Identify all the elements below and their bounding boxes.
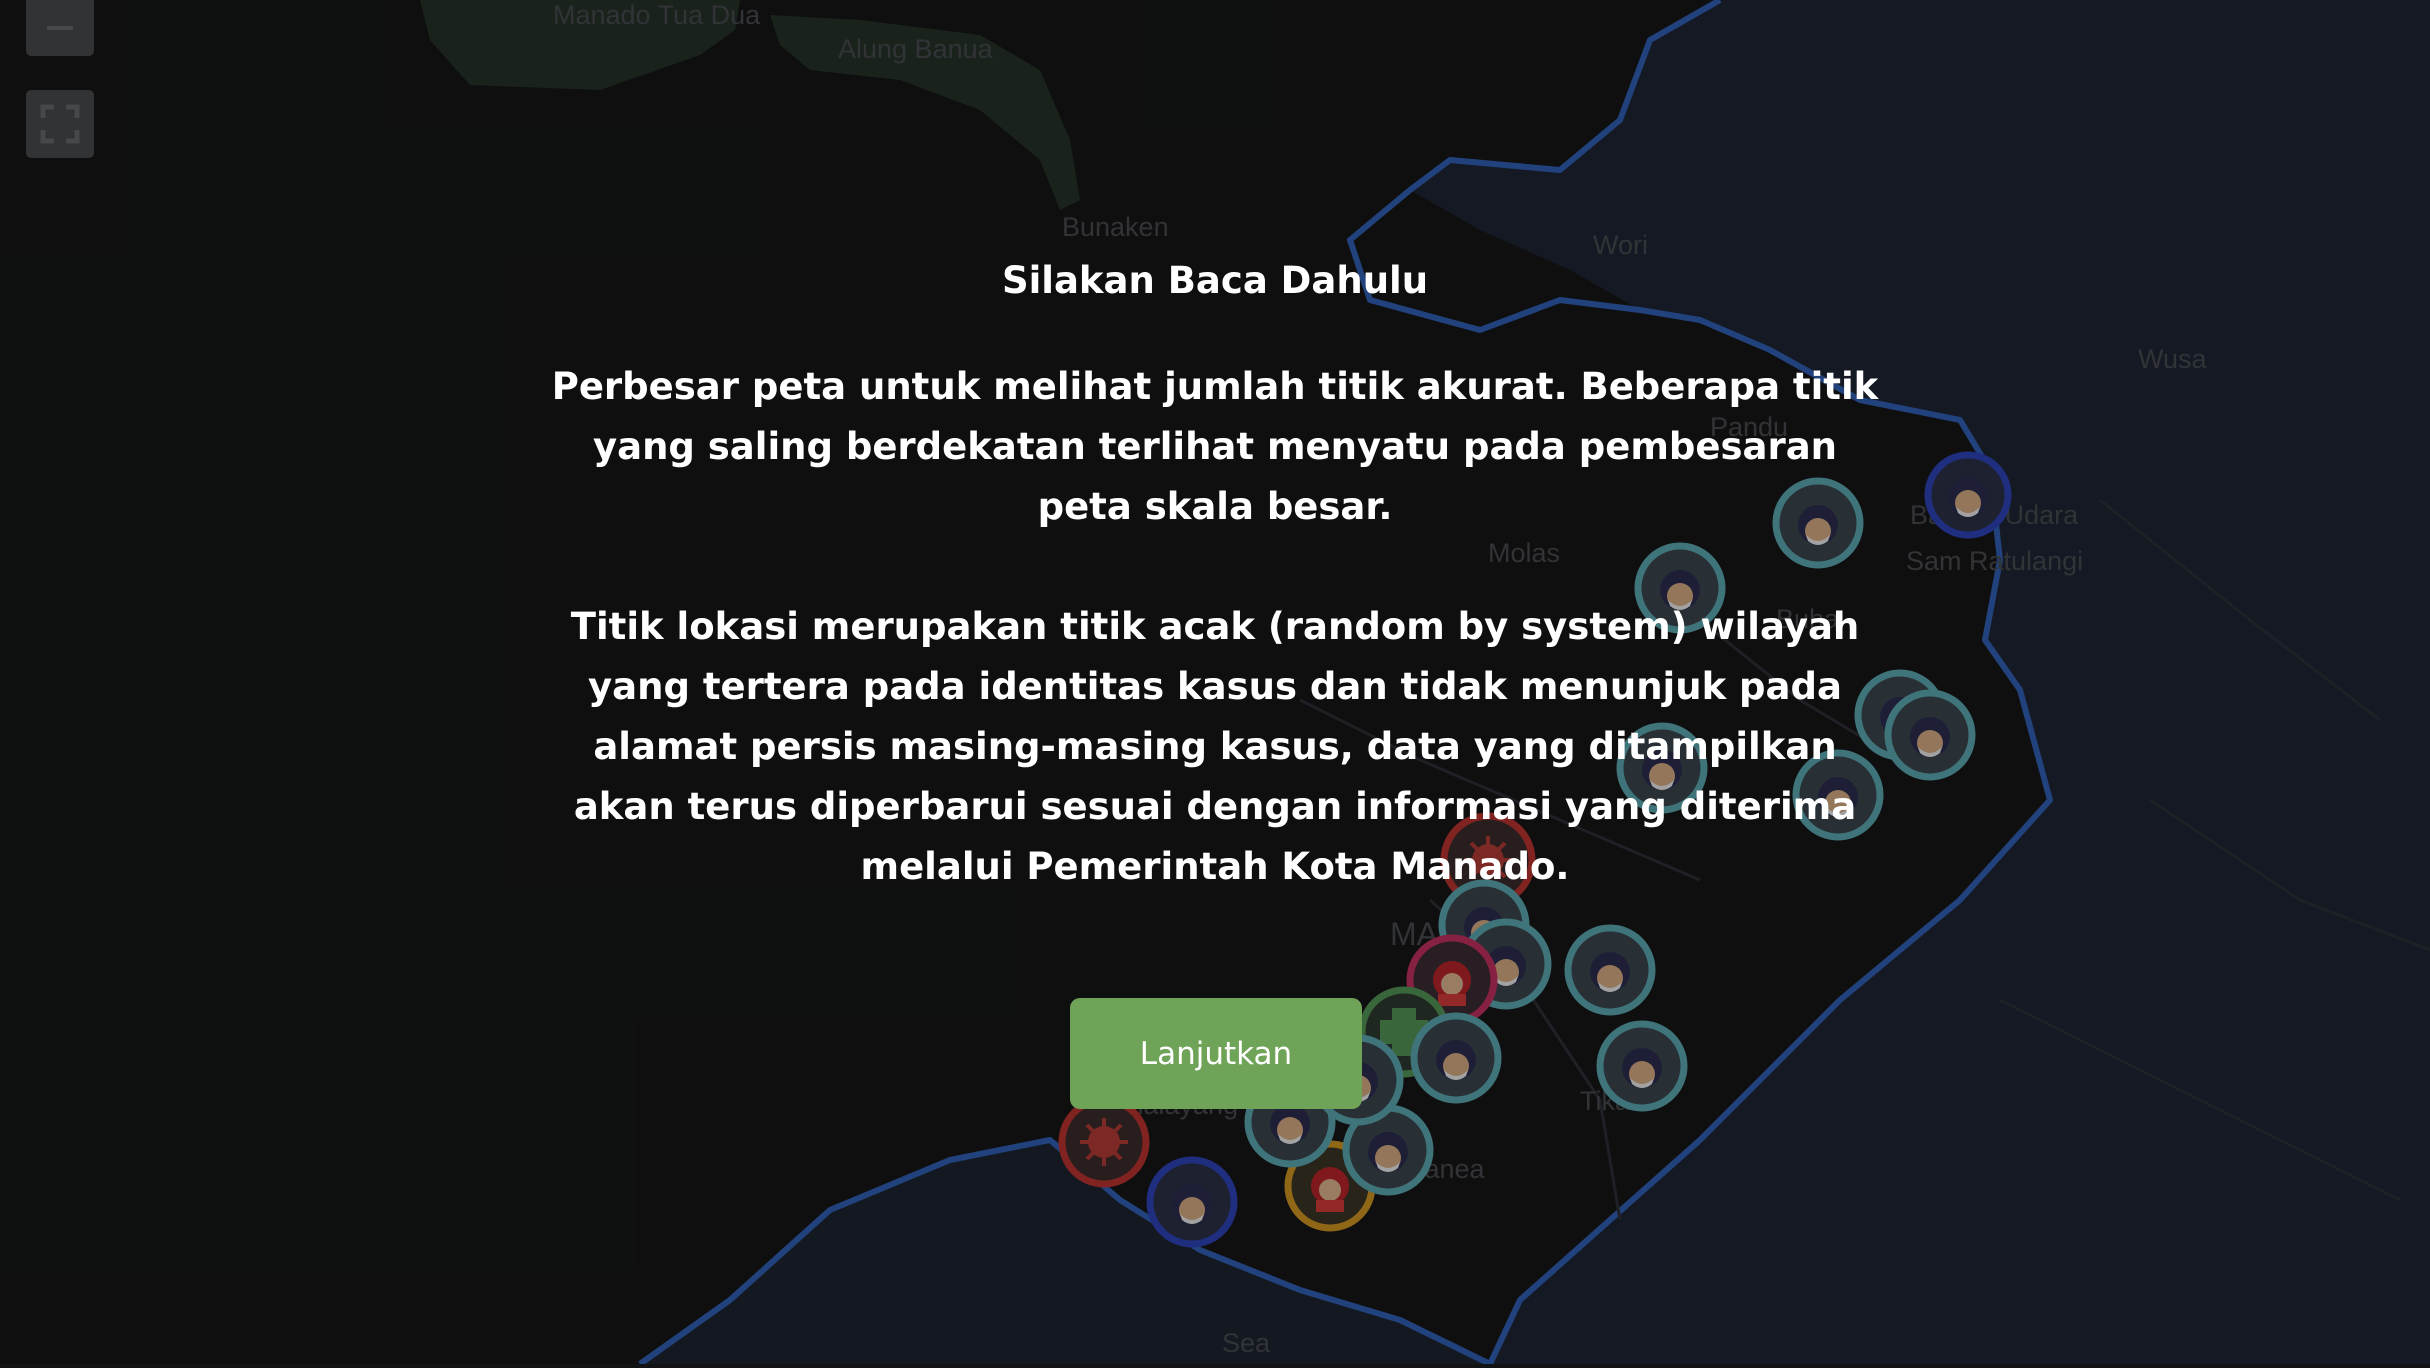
modal-paragraph-zoom: Perbesar peta untuk melihat jumlah titik… <box>551 365 1879 528</box>
info-modal: Silakan Baca Dahulu Perbesar peta untuk … <box>510 255 1920 897</box>
modal-title: Silakan Baca Dahulu <box>1001 259 1429 302</box>
modal-paragraph-disclaimer: Titik lokasi merupakan titik acak (rando… <box>570 605 1860 888</box>
continue-button[interactable]: Lanjutkan <box>1070 998 1362 1109</box>
